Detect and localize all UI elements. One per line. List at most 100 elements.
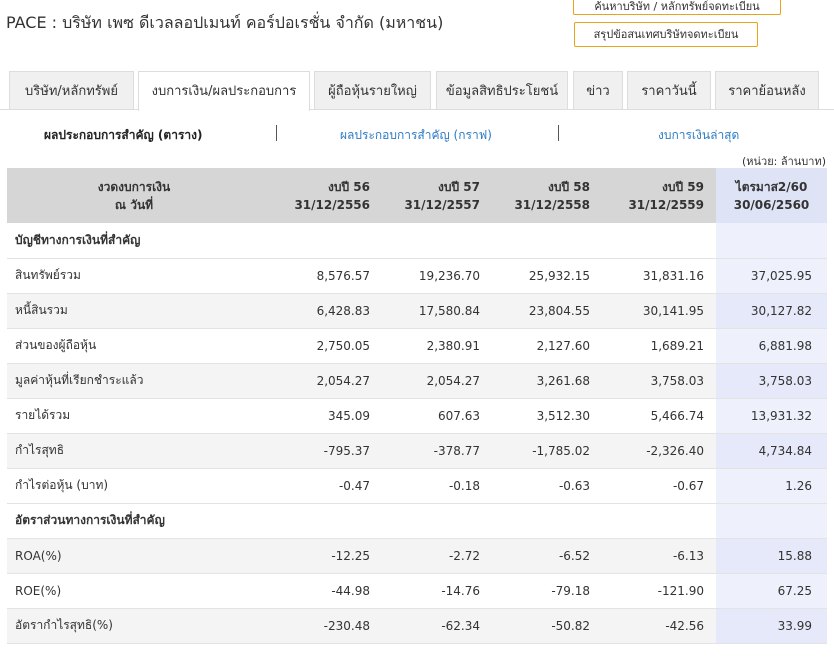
row-label: ส่วนของผู้ถือหุ้น	[7, 328, 261, 364]
table-row: ส่วนของผู้ถือหุ้น 2,750.05 2,380.91 2,127.6…	[7, 328, 827, 364]
cell-value: 4,734.84	[716, 433, 827, 469]
listed-summary-button[interactable]: สรุปข้อสนเทศบริษัทจดทะเบียน	[574, 22, 758, 47]
financial-table-container: งวดงบการเงิน ณ วันที่ งบปี 56 31/12/2556 …	[7, 168, 827, 644]
cell-value: 3,758.03	[602, 363, 716, 399]
cell-value: -0.63	[492, 468, 602, 504]
subnav-graph-link[interactable]: ผลประกอบการสำคัญ (กราฟ)	[340, 126, 492, 145]
cell-value: -121.90	[602, 573, 716, 609]
tab-major-shareholders[interactable]: ผู้ถือหุ้นรายใหญ่	[314, 71, 431, 109]
header-column-title: งบปี 56	[328, 179, 370, 194]
cell-value: 30,127.82	[716, 293, 827, 329]
table-row: สินทรัพย์รวม 8,576.57 19,236.70 25,932.15 31…	[7, 258, 827, 294]
cell-value: -79.18	[492, 573, 602, 609]
row-label: กำไรต่อหุ้น (บาท)	[7, 468, 261, 504]
cell-value: 2,054.27	[261, 363, 382, 399]
header-column-title: งบปี 57	[438, 179, 480, 194]
cell-value	[602, 223, 716, 259]
cell-value: 2,054.27	[382, 363, 492, 399]
table-row: ROA(%) -12.25 -2.72 -6.52 -6.13 15.88	[7, 538, 827, 574]
cell-value: 3,758.03	[716, 363, 827, 399]
table-header-row: งวดงบการเงิน ณ วันที่ งบปี 56 31/12/2556 …	[7, 168, 827, 223]
tab-financials[interactable]: งบการเงิน/ผลประกอบการ	[138, 71, 310, 111]
cell-value: 3,512.30	[492, 398, 602, 434]
header-period-line2: ณ วันที่	[114, 197, 154, 212]
cell-value: 6,881.98	[716, 328, 827, 364]
cell-value: 2,127.60	[492, 328, 602, 364]
tab-company[interactable]: บริษัท/หลักทรัพย์	[9, 71, 134, 109]
cell-value: 607.63	[382, 398, 492, 434]
subnav-separator	[558, 125, 559, 141]
cell-value	[492, 503, 602, 539]
cell-value: 23,804.55	[492, 293, 602, 329]
subnav-latest-financials-link[interactable]: งบการเงินล่าสุด	[658, 126, 739, 145]
cell-value: 2,750.05	[261, 328, 382, 364]
cell-value	[261, 503, 382, 539]
cell-value: 25,932.15	[492, 258, 602, 294]
cell-value: -62.34	[382, 608, 492, 644]
cell-value	[716, 223, 827, 259]
header-period: งวดงบการเงิน ณ วันที่	[7, 168, 261, 223]
tab-bar-divider	[0, 109, 834, 110]
cell-value: 15.88	[716, 538, 827, 574]
cell-value	[382, 223, 492, 259]
tab-benefits[interactable]: ข้อมูลสิทธิประโยชน์	[436, 71, 568, 109]
cell-value: 1.26	[716, 468, 827, 504]
header-period-line1: งวดงบการเงิน	[97, 179, 171, 194]
cell-value: -50.82	[492, 608, 602, 644]
header-column-date: 31/12/2559	[628, 197, 704, 212]
cell-value	[382, 503, 492, 539]
tab-news[interactable]: ข่าว	[573, 71, 623, 109]
row-label: รายได้รวม	[7, 398, 261, 434]
subnav-current-table: ผลประกอบการสำคัญ (ตาราง)	[44, 128, 203, 142]
table-row: ROE(%) -44.98 -14.76 -79.18 -121.90 67.25	[7, 573, 827, 609]
header-column: งบปี 56 31/12/2556	[261, 168, 382, 223]
table-row: กำไรสุทธิ -795.37 -378.77 -1,785.02 -2,326.4…	[7, 433, 827, 469]
tab-bar: บริษัท/หลักทรัพย์ งบการเงิน/ผลประกอบการ …	[0, 71, 834, 111]
cell-value: 3,261.68	[492, 363, 602, 399]
header-column: งบปี 59 31/12/2559	[602, 168, 716, 223]
cell-value: 30,141.95	[602, 293, 716, 329]
subnav-separator	[276, 125, 277, 141]
page-title: PACE : บริษัท เพซ ดีเวลลอปเมนท์ คอร์ปอเร…	[6, 13, 444, 32]
cell-value	[261, 223, 382, 259]
tab-today-price[interactable]: ราคาวันนี้	[627, 71, 711, 109]
section-title: อัตราส่วนทางการเงินที่สำคัญ	[7, 503, 261, 539]
cell-value: 67.25	[716, 573, 827, 609]
table-row: กำไรต่อหุ้น (บาท) -0.47 -0.18 -0.63 -0.67 1.2…	[7, 468, 827, 504]
table-body: บัญชีทางการเงินที่สำคัญ สินทรัพย์รวม 8,576…	[7, 223, 827, 644]
section-title: บัญชีทางการเงินที่สำคัญ	[7, 223, 261, 259]
cell-value: 37,025.95	[716, 258, 827, 294]
cell-value: -42.56	[602, 608, 716, 644]
cell-value: 1,689.21	[602, 328, 716, 364]
cell-value: -6.52	[492, 538, 602, 574]
cell-value: 345.09	[261, 398, 382, 434]
table-row: อัตรากำไรสุทธิ(%) -230.48 -62.34 -50.82 -42.…	[7, 608, 827, 644]
cell-value: -6.13	[602, 538, 716, 574]
header-column-latest: ไตรมาส2/60 30/06/2560	[716, 168, 827, 223]
search-company-button[interactable]: ค้นหาบริษัท / หลักทรัพย์จดทะเบียน	[573, 0, 781, 15]
cell-value: -14.76	[382, 573, 492, 609]
cell-value	[602, 503, 716, 539]
tab-historical-price[interactable]: ราคาย้อนหลัง	[715, 71, 819, 109]
section-header-row: บัญชีทางการเงินที่สำคัญ	[7, 223, 827, 259]
cell-value: 5,466.74	[602, 398, 716, 434]
header-column-date: 31/12/2558	[514, 197, 590, 212]
section-header-row: อัตราส่วนทางการเงินที่สำคัญ	[7, 503, 827, 539]
sub-navigation: ผลประกอบการสำคัญ (ตาราง) ผลประกอบการสำคั…	[0, 122, 834, 146]
cell-value: -12.25	[261, 538, 382, 574]
cell-value: -0.18	[382, 468, 492, 504]
table-row: รายได้รวม 345.09 607.63 3,512.30 5,466.74 13,…	[7, 398, 827, 434]
cell-value: -230.48	[261, 608, 382, 644]
cell-value: 6,428.83	[261, 293, 382, 329]
cell-value	[716, 503, 827, 539]
cell-value: -0.47	[261, 468, 382, 504]
cell-value: -1,785.02	[492, 433, 602, 469]
row-label: กำไรสุทธิ	[7, 433, 261, 469]
financial-summary-table: งวดงบการเงิน ณ วันที่ งบปี 56 31/12/2556 …	[7, 168, 827, 644]
cell-value: 17,580.84	[382, 293, 492, 329]
header-column-title: ไตรมาส2/60	[735, 179, 808, 194]
cell-value: 33.99	[716, 608, 827, 644]
row-label: ROE(%)	[7, 573, 261, 609]
cell-value: -2.72	[382, 538, 492, 574]
cell-value: 2,380.91	[382, 328, 492, 364]
